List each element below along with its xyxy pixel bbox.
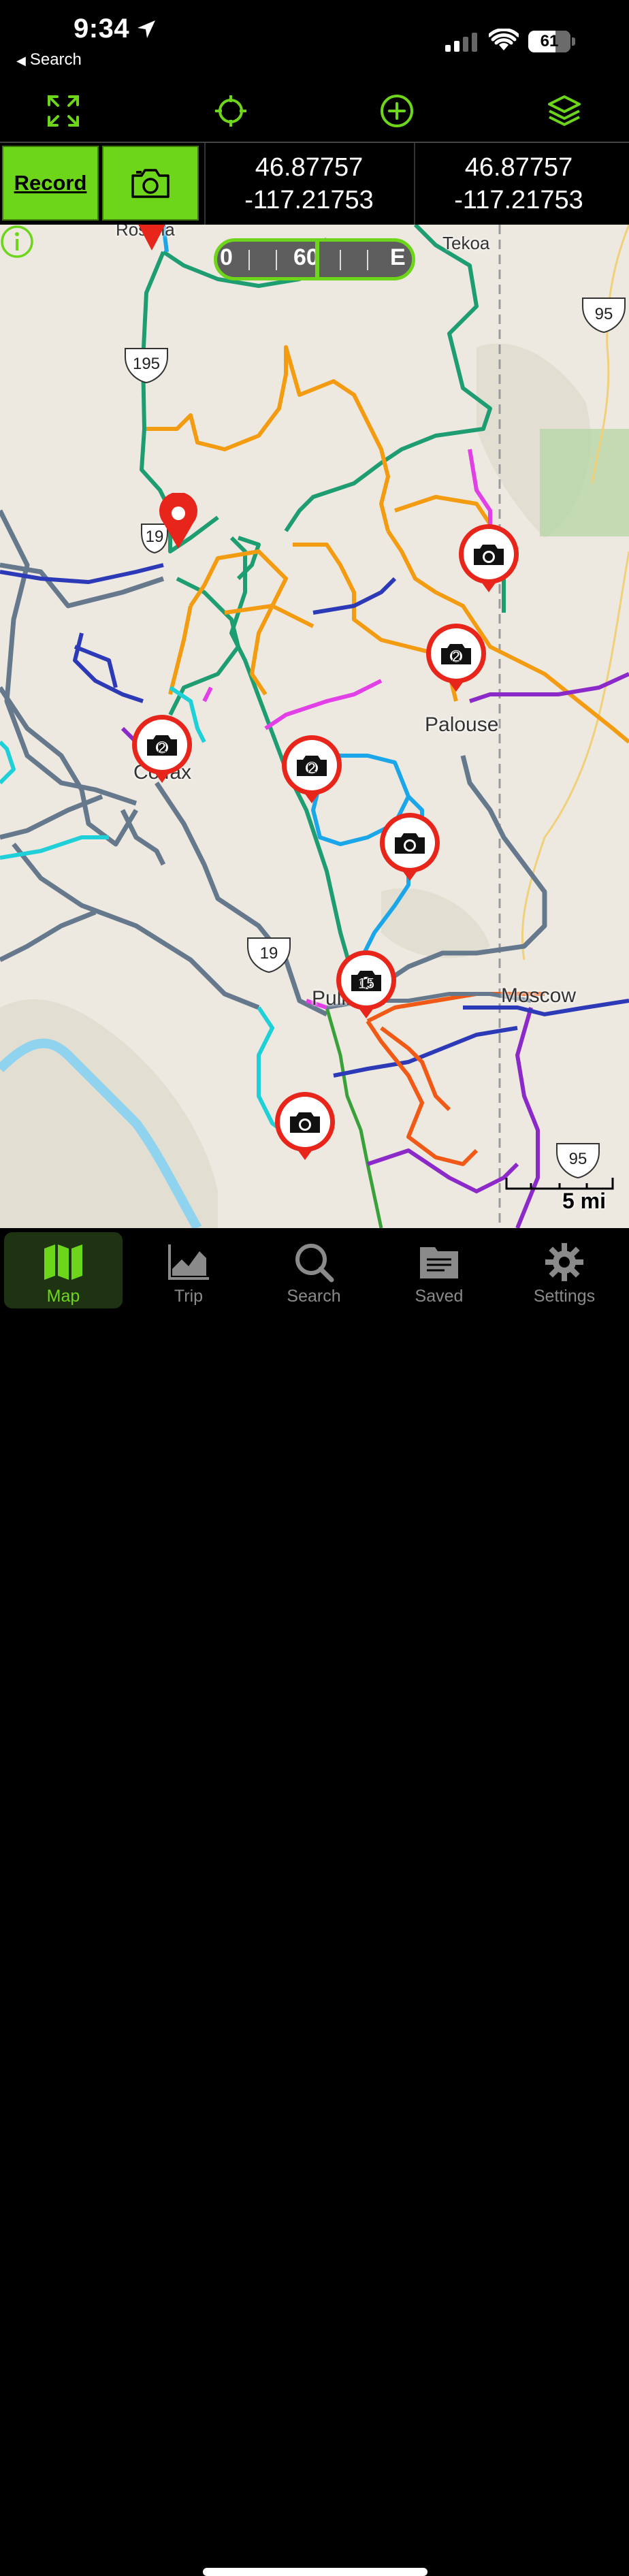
hw-195-bottom: 19 <box>260 944 278 963</box>
tab-search[interactable]: Search <box>255 1232 373 1308</box>
photo-marker[interactable]: 2 <box>280 734 343 805</box>
town-label-tekoa: Tekoa <box>442 233 490 253</box>
compass-north-label: 0 <box>220 244 233 270</box>
camera-icon <box>131 169 170 198</box>
compass-needle <box>315 242 319 277</box>
location-pin-icon[interactable] <box>133 225 170 252</box>
compass-tick <box>367 250 368 270</box>
chart-icon <box>168 1244 209 1280</box>
tab-trip-label: Trip <box>174 1287 204 1306</box>
compass-tick <box>340 250 341 270</box>
hw-95-top: 95 <box>595 305 613 323</box>
tab-map-label: Map <box>46 1287 80 1306</box>
tab-settings[interactable]: Settings <box>505 1232 624 1308</box>
tab-bar: Map Trip Search Saved Settings <box>0 1228 629 2576</box>
town-label-palouse: Palouse <box>425 713 499 736</box>
photo-marker[interactable] <box>457 523 520 594</box>
compass-east-label: E <box>390 244 406 270</box>
photo-marker[interactable]: 2 <box>131 713 193 784</box>
tab-saved[interactable]: Saved <box>380 1232 498 1308</box>
back-to-search-link[interactable]: ◀ Search <box>16 50 82 69</box>
photo-marker[interactable]: 15 <box>335 949 398 1020</box>
latitude-1: 46.87757 <box>255 153 364 182</box>
location-pin-icon[interactable] <box>158 493 199 550</box>
photo-count: 2 <box>158 739 166 756</box>
battery-level: 61 <box>540 32 559 50</box>
battery-indicator: 61 <box>528 31 570 52</box>
info-row: Record 46.87757 -117.21753 46.87757 -117… <box>0 143 629 225</box>
location-arrow-icon <box>138 20 155 38</box>
divider <box>414 143 415 225</box>
back-label: Search <box>29 50 82 69</box>
locate-icon[interactable] <box>214 94 248 128</box>
photo-marker[interactable]: 2 <box>425 622 487 693</box>
divider <box>204 143 206 225</box>
photo-marker[interactable] <box>274 1091 336 1161</box>
map-toolbar <box>0 75 629 143</box>
coordinate-readout-1[interactable]: 46.87757 -117.21753 <box>207 151 411 216</box>
photo-count: 15 <box>358 975 374 992</box>
hw-95-bottom: 95 <box>569 1150 587 1168</box>
add-icon[interactable] <box>380 94 414 128</box>
clock: 9:34 <box>74 14 130 44</box>
record-label: Record <box>14 171 87 195</box>
map-base: 195 95 19 19 95 <box>0 225 629 1228</box>
status-bar: 9:34 ◀ Search 61 <box>0 0 629 75</box>
coordinate-readout-2[interactable]: 46.87757 -117.21753 <box>417 151 621 216</box>
layers-icon[interactable] <box>547 94 581 128</box>
scale-label: 5 mi <box>562 1189 606 1213</box>
map-view[interactable]: 195 95 19 19 95 Tekoa Rosalia Palouse Co… <box>0 225 629 1228</box>
record-button[interactable]: Record <box>2 146 99 221</box>
longitude-2: -117.21753 <box>454 186 583 214</box>
search-icon <box>295 1244 334 1283</box>
latitude-2: 46.87757 <box>464 153 573 182</box>
photo-count: 2 <box>308 760 316 777</box>
compass-tick <box>276 250 277 270</box>
compass-heading-bar: 0 60 E <box>214 238 415 280</box>
folder-icon <box>420 1247 458 1278</box>
cellular-signal-icon <box>445 33 477 52</box>
compass-tick <box>248 250 250 270</box>
back-triangle-icon: ◀ <box>16 54 26 67</box>
map-icon <box>44 1244 82 1280</box>
info-icon[interactable] <box>0 225 34 259</box>
tab-search-label: Search <box>287 1287 341 1306</box>
tab-settings-label: Settings <box>533 1287 596 1306</box>
tab-map[interactable]: Map <box>4 1232 123 1308</box>
photo-count: 2 <box>452 648 460 665</box>
expand-icon[interactable] <box>46 94 80 128</box>
hw-195-top: 195 <box>133 355 160 373</box>
camera-button[interactable] <box>102 146 199 221</box>
tab-saved-label: Saved <box>415 1287 464 1306</box>
town-label-moscow: Moscow <box>501 984 577 1007</box>
wifi-icon <box>489 29 519 50</box>
tab-trip[interactable]: Trip <box>129 1232 248 1308</box>
photo-marker[interactable] <box>378 811 441 882</box>
map-scale: 5 mi <box>504 1176 615 1217</box>
gear-icon <box>545 1243 583 1281</box>
longitude-1: -117.21753 <box>244 186 374 214</box>
home-indicator <box>203 2568 428 2576</box>
battery-tip <box>572 37 575 46</box>
